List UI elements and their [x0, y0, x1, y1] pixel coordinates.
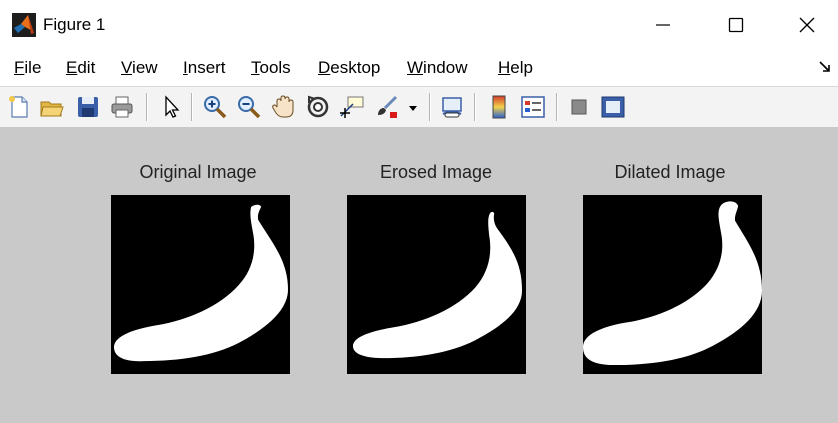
show-plot-tools-icon [601, 96, 625, 118]
pointer-icon [165, 95, 180, 118]
chevron-down-icon [409, 106, 417, 111]
rotate-3d-button[interactable] [305, 94, 331, 120]
colorbar-icon [492, 95, 506, 119]
original-image [111, 195, 290, 374]
banana-shape-original [113, 204, 289, 362]
dock-arrow-icon[interactable] [818, 60, 832, 74]
zoom-in-icon [204, 96, 227, 119]
menu-edit[interactable]: Edit [66, 58, 95, 78]
open-button[interactable] [39, 94, 65, 120]
toolbar-separator [191, 93, 193, 121]
open-icon [40, 101, 64, 117]
show-plot-tools-button[interactable] [600, 94, 626, 120]
figure-canvas: Original Image Erosed Image Dilated Imag… [0, 128, 838, 423]
link-plot-button[interactable] [439, 94, 465, 120]
legend-button[interactable] [520, 94, 546, 120]
colorbar-button[interactable] [486, 94, 512, 120]
axes-title-erosed: Erosed Image [379, 162, 493, 182]
menu-tools[interactable]: Tools [251, 58, 291, 78]
erosed-image [347, 195, 526, 374]
figure-toolbar [0, 87, 838, 128]
toolbar-separator [474, 93, 476, 121]
menu-window[interactable]: Window [407, 58, 467, 78]
axes-title-original: Original Image [139, 162, 257, 182]
brush-icon [378, 95, 398, 118]
figure-window: Figure 1 File Edit View Insert Tools Des… [0, 0, 838, 423]
menu-view[interactable]: View [121, 58, 158, 78]
menu-bar: File Edit View Insert Tools Desktop Wind… [0, 50, 838, 87]
new-figure-button[interactable] [6, 94, 32, 120]
legend-icon [521, 96, 545, 118]
banana-shape-dilated [583, 201, 762, 366]
hide-plot-tools-icon [571, 99, 587, 115]
new-figure-icon [9, 96, 28, 118]
print-button[interactable] [109, 94, 135, 120]
matlab-logo-icon [12, 13, 36, 37]
save-button[interactable] [75, 94, 101, 120]
close-button[interactable] [772, 0, 838, 50]
pan-button[interactable] [270, 94, 296, 120]
save-icon [78, 97, 98, 117]
menu-insert[interactable]: Insert [183, 58, 226, 78]
brush-button[interactable] [374, 94, 400, 120]
minimize-button[interactable] [628, 0, 698, 50]
maximize-icon [728, 17, 744, 33]
menu-desktop[interactable]: Desktop [318, 58, 380, 78]
link-plot-icon [442, 97, 462, 118]
menu-help[interactable]: Help [498, 58, 533, 78]
toolbar-separator [146, 93, 148, 121]
data-cursor-button[interactable] [339, 94, 365, 120]
pan-icon [272, 95, 294, 118]
title-bar: Figure 1 [0, 0, 838, 50]
window-title: Figure 1 [43, 15, 106, 34]
data-cursor-icon [340, 96, 364, 118]
axes-title-dilated: Dilated Image [614, 162, 726, 182]
minimize-icon [656, 24, 670, 26]
menu-file[interactable]: File [14, 58, 41, 78]
zoom-out-icon [238, 96, 261, 119]
maximize-button[interactable] [701, 0, 771, 50]
print-icon [111, 96, 133, 118]
toolbar-separator [429, 93, 431, 121]
banana-shape-erosed [352, 211, 523, 359]
toolbar-separator [556, 93, 558, 121]
pointer-button[interactable] [158, 94, 184, 120]
hide-plot-tools-button[interactable] [566, 94, 592, 120]
rotate-3d-icon [307, 95, 329, 118]
close-icon [799, 17, 815, 33]
zoom-out-button[interactable] [236, 94, 262, 120]
zoom-in-button[interactable] [202, 94, 228, 120]
brush-dropdown-button[interactable] [406, 94, 420, 120]
dilated-image [583, 195, 762, 374]
